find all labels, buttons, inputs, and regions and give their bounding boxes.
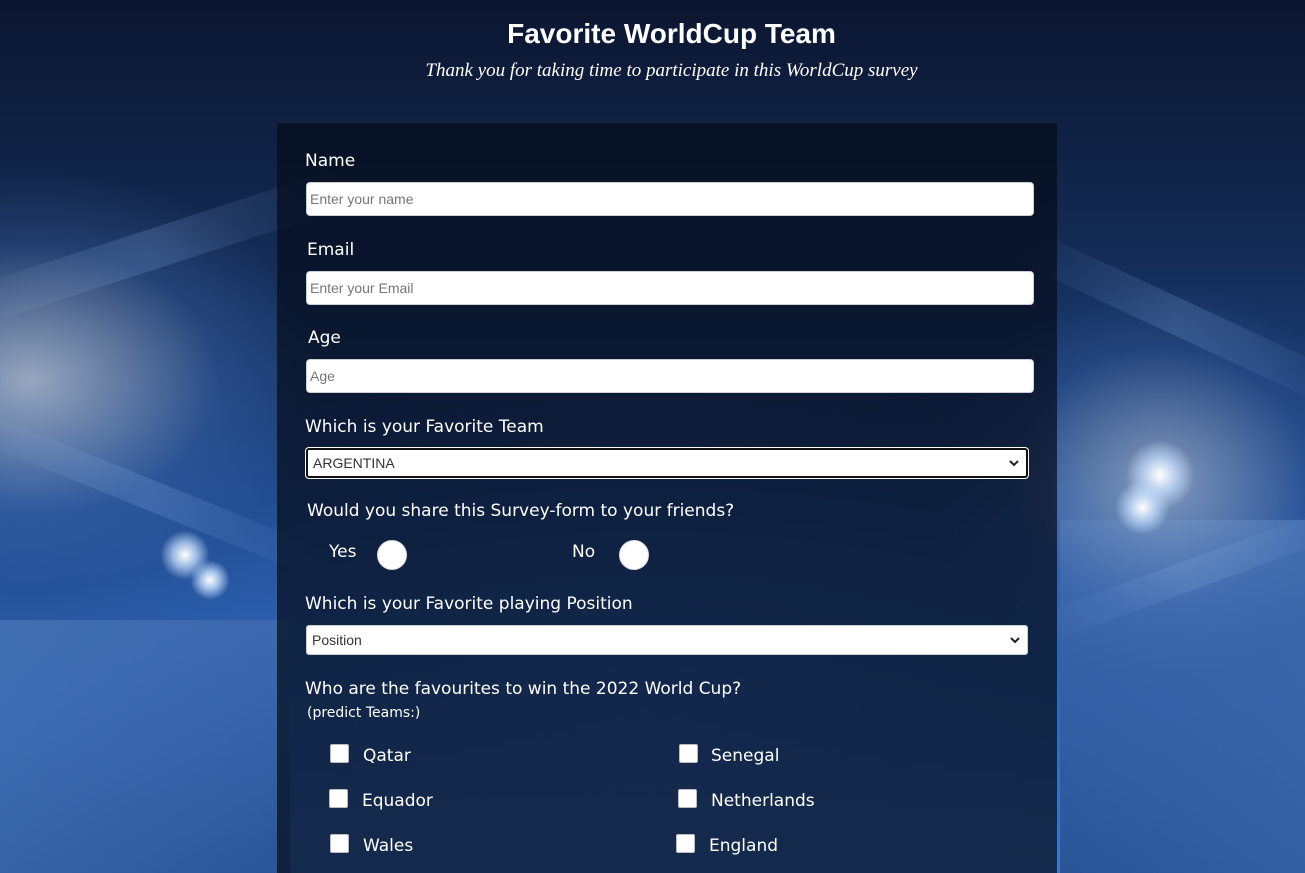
email-input[interactable]: [306, 271, 1034, 305]
stadium-light: [1125, 440, 1195, 510]
page-description: Thank you for taking time to participate…: [425, 60, 918, 81]
survey-form: Name Email Age Which is your Favorite Te…: [277, 123, 1057, 873]
favourites-label: Who are the favourites to win the 2022 W…: [305, 679, 742, 699]
page-title: Favorite WorldCup Team: [507, 18, 836, 49]
wales-label: Wales: [363, 836, 414, 856]
stadium-light: [160, 530, 210, 580]
share-no-radio[interactable]: [619, 540, 649, 570]
stadium-crowd-right: [1060, 520, 1305, 873]
share-no-label: No: [572, 542, 596, 562]
netherlands-checkbox[interactable]: [678, 789, 697, 808]
wales-checkbox[interactable]: [330, 834, 349, 853]
stadium-crowd-left: [0, 620, 290, 873]
netherlands-label: Netherlands: [711, 791, 815, 811]
name-label: Name: [305, 151, 356, 171]
chevron-down-icon: [1009, 460, 1019, 467]
senegal-checkbox[interactable]: [679, 744, 698, 763]
team-select[interactable]: ARGENTINA: [306, 448, 1028, 478]
favourites-sublabel: (predict Teams:): [307, 705, 421, 721]
light-ray: [1025, 502, 1305, 648]
share-label: Would you share this Survey-form to your…: [307, 501, 735, 521]
team-label: Which is your Favorite Team: [305, 417, 544, 437]
qatar-checkbox[interactable]: [330, 744, 349, 763]
age-label: Age: [308, 328, 341, 348]
stadium-light: [1115, 480, 1170, 535]
equador-label: Equador: [362, 791, 433, 811]
england-checkbox[interactable]: [676, 834, 695, 853]
position-select-value: Position: [312, 632, 362, 648]
share-yes-radio[interactable]: [377, 540, 407, 570]
england-label: England: [709, 836, 779, 856]
position-label: Which is your Favorite playing Position: [305, 594, 633, 614]
senegal-label: Senegal: [711, 746, 780, 766]
share-yes-label: Yes: [329, 542, 357, 562]
stadium-light: [190, 560, 230, 600]
email-label: Email: [307, 240, 355, 260]
chevron-down-icon: [1010, 637, 1020, 644]
name-input[interactable]: [306, 182, 1034, 216]
equador-checkbox[interactable]: [329, 789, 348, 808]
position-select[interactable]: Position: [306, 625, 1028, 655]
age-input[interactable]: [306, 359, 1034, 393]
team-select-value: ARGENTINA: [313, 455, 395, 471]
qatar-label: Qatar: [363, 746, 411, 766]
